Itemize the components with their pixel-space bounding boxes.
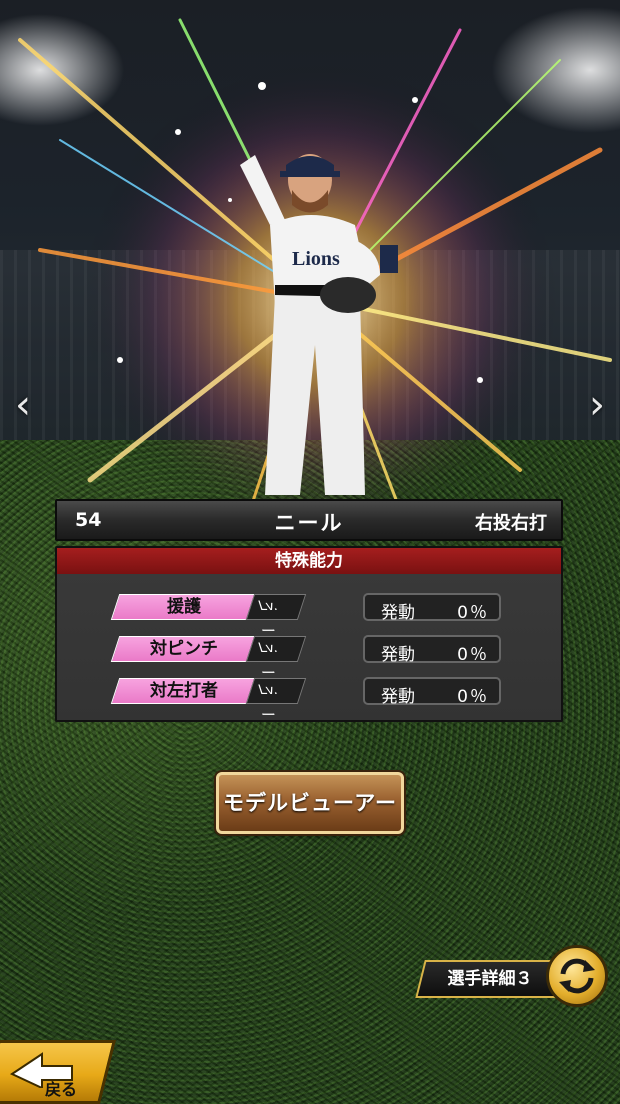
refresh-arrows-icon bbox=[559, 958, 595, 994]
pitcher-image: Lions bbox=[240, 154, 398, 495]
ability-name-badge: 対ピンチ bbox=[110, 636, 258, 662]
back-button[interactable]: 戻る bbox=[0, 1040, 116, 1104]
ability-name-badge: 援護 bbox=[110, 594, 258, 620]
ability-activation-rate: 発動 0％ bbox=[363, 677, 501, 707]
svg-text:Lions: Lions bbox=[292, 248, 340, 270]
throw-bat-handedness: 右投右打 bbox=[475, 513, 547, 534]
ability-level: Lv. ー bbox=[245, 594, 307, 640]
ability-level: Lv. ー bbox=[245, 678, 307, 724]
model-viewer-button[interactable]: モデルビューアー bbox=[216, 772, 404, 834]
back-label: 戻る bbox=[45, 1080, 78, 1099]
special-abilities-panel: 特殊能力 援護 Lv. ー 発動 0％ 対ピンチ Lv. ー 発動 0％ 対左打者 … bbox=[55, 546, 563, 724]
ability-name-badge: 対左打者 bbox=[110, 678, 258, 704]
ability-level: Lv. ー bbox=[245, 636, 307, 682]
ability-row: 対ピンチ Lv. ー 発動 0％ bbox=[57, 635, 561, 682]
player-name-bar: 54 ニール 右投右打 bbox=[55, 499, 563, 541]
player-detail-button[interactable]: 選手詳細３ bbox=[415, 960, 565, 998]
special-abilities-header: 特殊能力 bbox=[57, 548, 561, 574]
next-player-arrow-icon[interactable]: › bbox=[582, 385, 612, 425]
ability-row: 援護 Lv. ー 発動 0％ bbox=[57, 593, 561, 640]
player-detail-screen: Lions ‹ › 54 ニール 右投右打 特殊能力 援護 Lv. ー 発動 0％… bbox=[0, 0, 620, 1104]
ability-activation-rate: 発動 0％ bbox=[363, 593, 501, 623]
ability-activation-rate: 発動 0％ bbox=[363, 635, 501, 665]
ability-row: 対左打者 Lv. ー 発動 0％ bbox=[57, 677, 561, 724]
previous-player-arrow-icon[interactable]: ‹ bbox=[8, 385, 38, 425]
switch-page-icon[interactable] bbox=[546, 945, 608, 1007]
